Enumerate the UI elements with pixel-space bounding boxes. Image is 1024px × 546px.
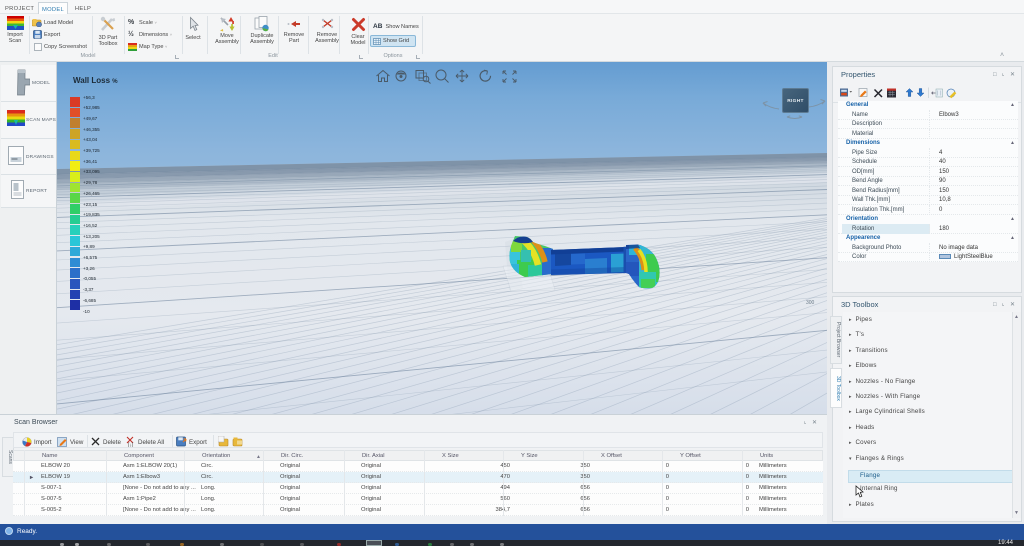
svg-text:[↓]: [↓] <box>128 443 134 448</box>
